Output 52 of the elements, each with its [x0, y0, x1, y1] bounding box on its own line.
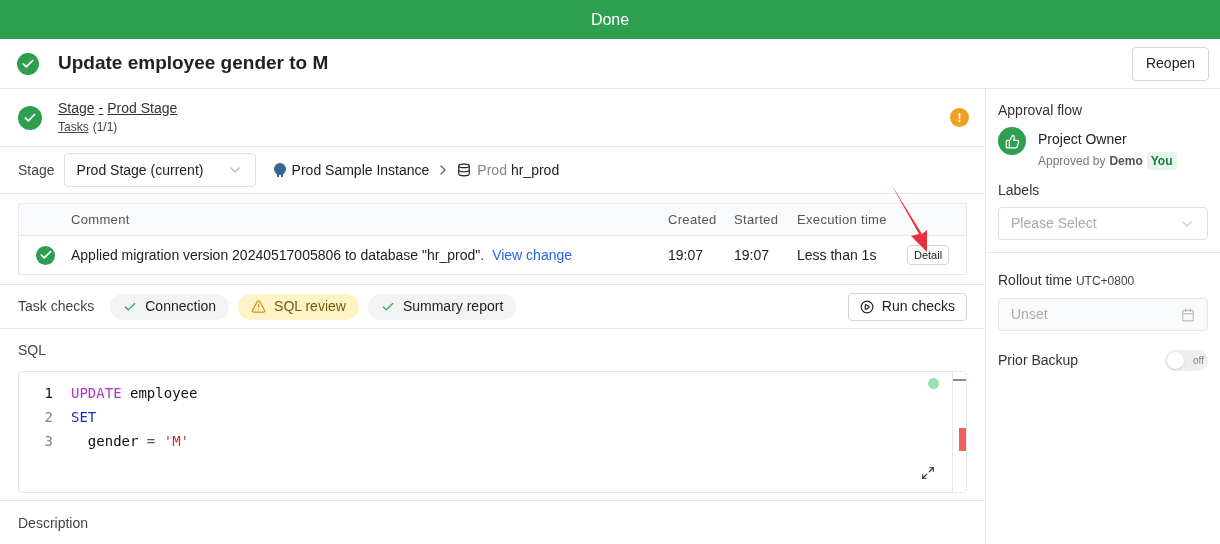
approver-name: Demo: [1109, 153, 1143, 170]
reopen-button[interactable]: Reopen: [1131, 46, 1209, 81]
started-time: 19:07: [734, 245, 771, 265]
description-label: Description: [18, 515, 89, 531]
warning-icon: [251, 299, 267, 314]
thumbs-up-icon: [998, 127, 1026, 155]
view-change-link[interactable]: View change: [492, 244, 573, 266]
approver-role: Project Owner: [1038, 130, 1128, 149]
run-checks-button[interactable]: Run checks: [847, 292, 967, 321]
check-chip[interactable]: Connection: [110, 293, 230, 320]
column-header: Execution time: [797, 210, 887, 229]
code-line: SET: [71, 407, 97, 427]
labels-title: Labels: [998, 181, 1041, 200]
created-time: 19:07: [668, 245, 705, 265]
warning-badge: !: [950, 108, 969, 127]
you-tag: You: [1146, 152, 1177, 170]
environment-name: Prod: [477, 160, 507, 180]
stage-link[interactable]: Stage: [58, 98, 95, 118]
execution-time: Less than 1s: [797, 245, 878, 265]
expand-icon: [921, 466, 935, 480]
timezone-text: UTC+0800: [1075, 273, 1135, 290]
line-number: 1: [43, 383, 53, 403]
task-checks-label: Task checks: [18, 297, 95, 316]
comment-text: Applied migration version 20240517005806 to database "hr_prod".: [71, 245, 485, 265]
status-banner: Done: [0, 0, 1220, 39]
tasks-link[interactable]: Tasks: [58, 117, 89, 137]
column-header: Created: [668, 210, 718, 229]
approval-flow-title: Approval flow: [998, 101, 1084, 120]
instance-name[interactable]: Prod Sample Instance: [291, 159, 430, 181]
separator-text: -: [98, 98, 104, 118]
code-editor[interactable]: 1 UPDATE employee 2 SET 3 gender = 'M': [18, 371, 967, 493]
stage-label: Stage: [18, 160, 55, 180]
issue-title: Update employee gender to M: [58, 51, 329, 76]
play-icon: [859, 299, 874, 314]
column-header: Comment: [71, 210, 131, 229]
column-header: Started: [734, 210, 780, 229]
code-line: UPDATE employee: [71, 383, 198, 403]
line-number: 3: [43, 431, 53, 451]
check-chip[interactable]: SQL review: [238, 293, 359, 320]
rollout-time-title: Rollout time: [998, 271, 1072, 290]
sql-label: SQL: [18, 341, 47, 360]
tasks-count: (1/1): [92, 118, 118, 136]
prior-backup-title: Prior Backup: [998, 351, 1079, 370]
stage-select[interactable]: Prod Stage (current): [63, 153, 256, 187]
code-line: gender = 'M': [86, 431, 189, 451]
approved-by-text: Approved by: [1038, 153, 1106, 170]
database-name[interactable]: hr_prod: [510, 159, 560, 181]
check-chip[interactable]: Summary report: [367, 293, 517, 320]
database-icon: [457, 163, 472, 177]
stage-name-link[interactable]: Prod Stage: [107, 98, 178, 118]
calendar-icon: [1181, 307, 1195, 322]
line-number: 2: [43, 407, 53, 427]
